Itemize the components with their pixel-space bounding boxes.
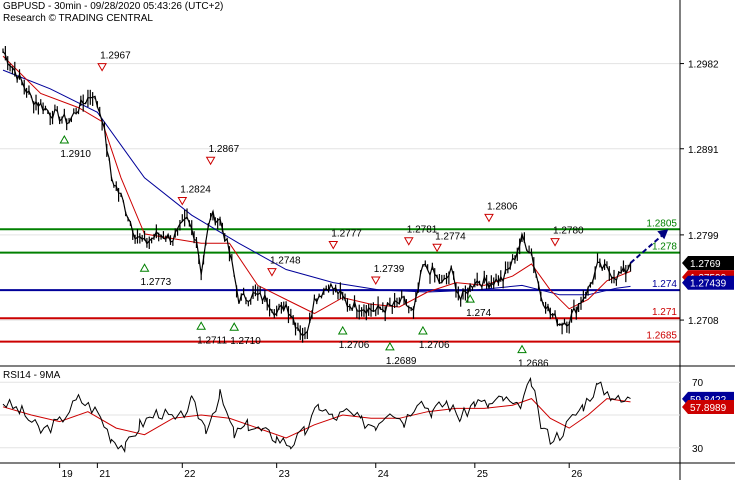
- x-tick-label-3: 23: [279, 469, 291, 480]
- swing-high-label-4: 1.2777: [331, 228, 362, 239]
- swing-low-label-2: 1.2711: [197, 335, 227, 346]
- ma-slow-badge: 1.27439: [690, 279, 727, 290]
- rsi-level-label-2: 30: [692, 444, 704, 455]
- rsi-panel: RSI14 - 9MA 70 30: [0, 370, 704, 455]
- swing-high-label-0: 1.2967: [100, 51, 131, 62]
- x-tick-label-2: 22: [184, 469, 196, 480]
- y-tick-label-2: 1.2799: [688, 231, 719, 242]
- swing-high-label-1: 1.2867: [209, 144, 240, 155]
- swing-low-label-1: 1.2773: [141, 277, 172, 288]
- swing-low-marker-5: [385, 341, 395, 351]
- axes: 1.2982 1.2891 1.2799 1.2708 19 21 22 23 24 25 26: [0, 0, 735, 480]
- x-tick-label-6: 26: [571, 469, 583, 480]
- price-badges: 1.27691.275991.2743959.842257.8989: [682, 255, 734, 414]
- swing-low-label-3: 1.2710: [230, 336, 261, 347]
- price-series: [2, 46, 632, 343]
- swing-high-label-3: 1.2748: [270, 256, 301, 267]
- swing-high-label-7: 1.2774: [435, 231, 466, 242]
- swing-high-label-5: 1.2739: [374, 264, 405, 275]
- rsi-ma-line: [2, 398, 631, 439]
- swing-low-marker-2: [196, 321, 207, 330]
- price-line: [2, 51, 632, 337]
- swing-high-marker-9: [550, 238, 560, 247]
- swing-low-label-7: 1.274: [466, 308, 491, 319]
- swing-high-marker-0: [97, 63, 107, 72]
- x-tick-label-0: 19: [62, 469, 74, 480]
- x-tick-label-1: 21: [99, 469, 111, 480]
- y-tick-label-3: 1.2708: [688, 316, 719, 327]
- grid-layer: [0, 63, 680, 321]
- swing-high-marker-2: [177, 196, 188, 206]
- rsi-title: RSI14 - 9MA: [3, 370, 61, 381]
- x-tick-label-4: 24: [378, 469, 390, 480]
- swing-high-marker-4: [328, 240, 339, 250]
- swing-low-marker-1: [139, 263, 150, 272]
- forecast-arrow-head: [657, 229, 669, 240]
- swing-markers: 1.2967 1.2867 1.2824 1.2748 1.2777 1.2739 1.27…: [59, 51, 584, 370]
- swing-low-label-6: 1.2706: [419, 340, 450, 351]
- swing-low-label-0: 1.2910: [60, 149, 91, 160]
- swing-high-marker-7: [432, 243, 442, 253]
- rsi-level-label-0: 70: [692, 378, 704, 389]
- level-label-0: 1.2805: [646, 218, 677, 229]
- swing-low-marker-3: [229, 322, 240, 331]
- swing-low-marker-6: [418, 325, 428, 335]
- swing-high-marker-6: [403, 237, 414, 246]
- swing-low-marker-8: [517, 344, 527, 354]
- level-label-1: 1.278: [652, 242, 677, 253]
- chart-canvas: 1.2805 1.278 1.274 1.271 1.2685 1.2967 1.2867…: [0, 0, 735, 480]
- swing-high-label-6: 1.2781: [407, 225, 438, 236]
- swing-low-marker-0: [59, 134, 70, 144]
- swing-high-label-8: 1.2806: [487, 201, 518, 212]
- swing-high-marker-1: [205, 156, 216, 166]
- last-price-badge: 1.2769: [690, 259, 721, 270]
- swing-high-marker-5: [370, 276, 381, 286]
- x-tick-label-5: 25: [477, 469, 489, 480]
- swing-low-marker-4: [337, 325, 348, 335]
- swing-high-label-9: 1.2780: [553, 226, 584, 237]
- swing-high-marker-8: [484, 213, 494, 223]
- level-label-4: 1.2685: [646, 331, 677, 342]
- level-label-3: 1.271: [652, 307, 677, 318]
- swing-low-label-8: 1.2686: [518, 359, 549, 370]
- swing-low-label-4: 1.2706: [339, 340, 370, 351]
- swing-high-marker-3: [267, 268, 277, 277]
- y-tick-label-1: 1.2891: [688, 145, 719, 156]
- swing-high-label-2: 1.2824: [180, 184, 211, 195]
- rsi-ma-badge: 57.8989: [690, 403, 727, 414]
- swing-low-label-5: 1.2689: [386, 356, 417, 367]
- y-tick-label-0: 1.2982: [688, 60, 719, 71]
- level-label-2: 1.274: [652, 279, 677, 290]
